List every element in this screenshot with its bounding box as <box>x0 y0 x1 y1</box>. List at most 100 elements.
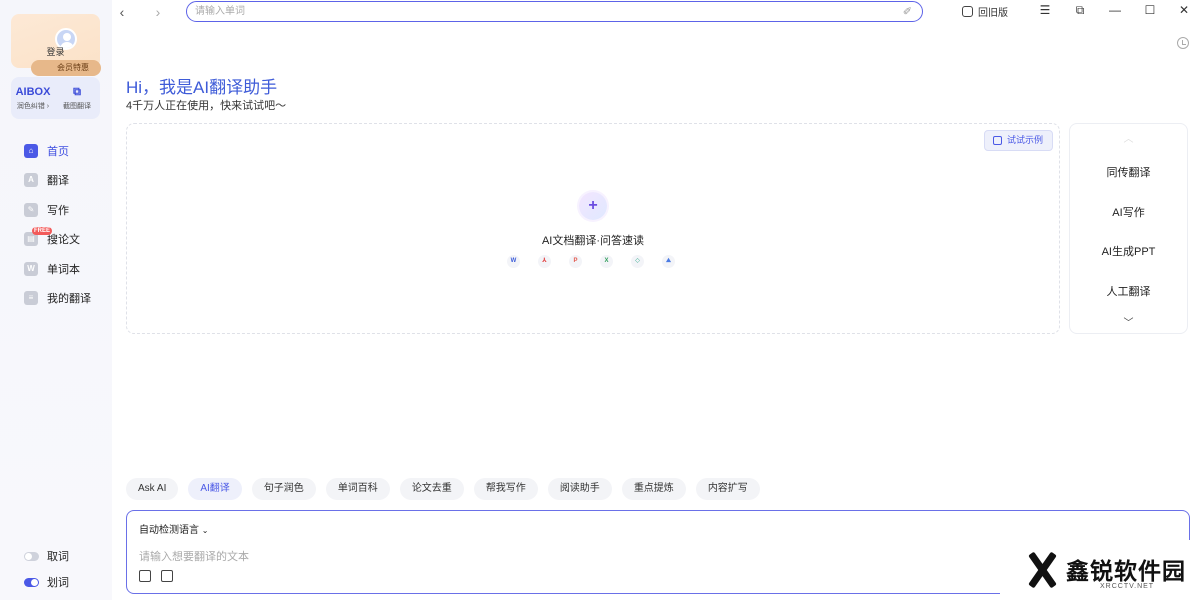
chip-sentence-polish[interactable]: 句子润色 <box>251 478 316 500</box>
file-type-icons: W ⅄ P X ◇ ⛰ <box>507 255 693 268</box>
my-translation-icon: ≡ <box>24 291 38 306</box>
watermark: 鑫锐软件园 XRCCTV.NET <box>1000 540 1200 600</box>
chevron-up-icon: ︿ <box>1123 134 1134 145</box>
sidebar-nav: ⌂ 首页 A 翻译 ✎ 写作 ▤ FREE 搜论文 W 单词本 ≡ 我的翻译 <box>24 136 104 313</box>
translate-icon: A <box>24 173 38 188</box>
other-file-icon: ◇ <box>631 255 644 268</box>
sidebar-item-translate[interactable]: A 翻译 <box>24 166 104 196</box>
screenshot-translate-label: 截图翻译 <box>63 103 91 110</box>
image-upload-icon[interactable] <box>161 570 173 582</box>
vip-offer-button[interactable]: 会员特惠 <box>31 60 101 76</box>
sidebar-item-label: 单词本 <box>47 263 80 276</box>
history-icon[interactable] <box>1177 37 1189 49</box>
close-icon: ✕ <box>1178 3 1190 17</box>
excel-file-icon: X <box>600 255 613 268</box>
sidebar-item-label: 首页 <box>47 145 69 158</box>
restore-window-button[interactable]: ⧉ <box>1072 3 1088 18</box>
tools-card: AIBOX 润色纠错 › ⧉ 截图翻译 <box>11 77 100 119</box>
chip-reading-assistant[interactable]: 阅读助手 <box>547 478 612 500</box>
mode-chips: Ask AI AI翻译 句子润色 单词百科 论文去重 帮我写作 阅读助手 重点提… <box>126 478 770 500</box>
chevron-left-icon: ‹ <box>119 4 125 20</box>
sidebar-item-search-paper[interactable]: ▤ FREE 搜论文 <box>24 225 104 255</box>
language-select-label: 自动检测语言 <box>139 525 199 536</box>
minimize-button[interactable]: — <box>1107 3 1123 17</box>
feature-ai-writing[interactable]: AI写作 <box>1070 204 1187 220</box>
upload-title: AI文档翻译·问答速读 <box>541 235 645 247</box>
selection-translate-toggle[interactable] <box>24 577 39 587</box>
selection-translate-toggle-row[interactable]: 划词 <box>24 574 69 590</box>
login-label[interactable]: 登录 <box>11 45 100 58</box>
restore-window-icon: ⧉ <box>1075 3 1085 17</box>
forward-button[interactable]: › <box>150 4 166 20</box>
close-button[interactable]: ✕ <box>1176 3 1192 17</box>
word-file-icon: W <box>507 255 520 268</box>
sidebar-item-home[interactable]: ⌂ 首页 <box>24 136 104 166</box>
chevron-right-icon: › <box>155 4 161 20</box>
wordbook-icon: W <box>24 261 38 276</box>
sidebar: 登录 会员特惠 AIBOX 润色纠错 › ⧉ 截图翻译 ⌂ 首页 A 翻译 ✎ … <box>0 0 112 600</box>
pen-icon: ✎ <box>24 202 38 217</box>
menu-button[interactable]: ☰ <box>1037 3 1053 17</box>
page-subtitle: 4千万人正在使用，快来试试吧～ <box>126 100 287 112</box>
sidebar-item-writing[interactable]: ✎ 写作 <box>24 195 104 225</box>
image-file-icon: ⛰ <box>662 255 675 268</box>
feature-human-translation[interactable]: 人工翻译 <box>1070 283 1187 299</box>
maximize-icon: ☐ <box>1144 3 1156 17</box>
login-card[interactable]: 登录 会员特惠 <box>11 14 101 76</box>
translate-text-input[interactable]: 请输入想要翻译的文本 <box>139 548 249 564</box>
sidebar-item-label: 翻译 <box>47 175 69 188</box>
crop-icon: ⧉ <box>73 86 81 98</box>
sidebar-item-label: 搜论文 <box>47 234 80 247</box>
chip-ai-translate[interactable]: AI翻译 <box>188 478 242 500</box>
example-icon <box>992 136 1002 145</box>
watermark-sub: XRCCTV.NET <box>1100 583 1155 590</box>
language-select[interactable]: 自动检测语言 ⌄ <box>139 521 208 536</box>
menu-icon: ☰ <box>1039 3 1051 17</box>
feature-panel: ︿ 同传翻译 AI写作 AI生成PPT 人工翻译 ﹀ <box>1069 123 1188 334</box>
chip-help-write[interactable]: 帮我写作 <box>473 478 538 500</box>
watermark-text: 鑫锐软件园 <box>1066 558 1186 584</box>
sidebar-item-my-translation[interactable]: ≡ 我的翻译 <box>24 284 104 314</box>
home-icon: ⌂ <box>24 143 38 158</box>
chip-word-encyclopedia[interactable]: 单词百科 <box>325 478 390 500</box>
old-version-button[interactable]: 回旧版 <box>962 4 1008 19</box>
switch-version-icon <box>962 6 973 17</box>
sidebar-item-label: 写作 <box>47 204 69 217</box>
feature-ai-ppt[interactable]: AI生成PPT <box>1070 243 1187 259</box>
polish-correct-tool[interactable]: AIBOX 润色纠错 › <box>11 85 55 111</box>
scroll-down-button[interactable]: ﹀ <box>1070 314 1187 329</box>
watermark-logo-icon <box>1022 550 1062 590</box>
word-pick-toggle[interactable] <box>24 551 39 561</box>
chip-paper-dedup[interactable]: 论文去重 <box>399 478 464 500</box>
aibox-icon: AIBOX <box>15 86 51 98</box>
back-button[interactable]: ‹ <box>114 4 130 20</box>
pdf-file-icon: ⅄ <box>538 255 551 268</box>
sidebar-item-wordbook[interactable]: W 单词本 <box>24 254 104 284</box>
try-example-button[interactable]: 试试示例 <box>983 130 1053 151</box>
chevron-down-icon: ⌄ <box>201 526 209 535</box>
document-upload-area[interactable]: 试试示例 + AI文档翻译·问答速读 W ⅄ P X ◇ ⛰ <box>126 123 1060 334</box>
upload-file-icon[interactable] <box>139 570 151 582</box>
word-search-box[interactable]: ✐ <box>186 1 923 22</box>
maximize-button[interactable]: ☐ <box>1142 3 1158 17</box>
page-title: Hi，我是AI翻译助手 <box>126 78 278 97</box>
word-pick-toggle-row[interactable]: 取词 <box>24 548 69 564</box>
chip-key-points[interactable]: 重点提炼 <box>621 478 686 500</box>
word-pick-label: 取词 <box>47 551 69 563</box>
chevron-down-icon: ﹀ <box>1123 318 1134 329</box>
chip-ask-ai[interactable]: Ask AI <box>126 478 179 500</box>
handwrite-icon[interactable]: ✐ <box>903 5 912 18</box>
upload-plus-button[interactable]: + <box>579 192 607 220</box>
ppt-file-icon: P <box>569 255 582 268</box>
feature-simultaneous-interpretation[interactable]: 同传翻译 <box>1070 164 1187 180</box>
minimize-icon: — <box>1109 3 1121 17</box>
scroll-up-button[interactable]: ︿ <box>1070 130 1187 145</box>
free-badge: FREE <box>32 226 53 235</box>
plus-icon: + <box>588 197 598 214</box>
sidebar-item-label: 我的翻译 <box>47 293 91 306</box>
chip-content-expand[interactable]: 内容扩写 <box>695 478 760 500</box>
search-input[interactable] <box>195 4 885 19</box>
screenshot-translate-tool[interactable]: ⧉ 截图翻译 <box>55 85 99 111</box>
old-version-label: 回旧版 <box>978 8 1008 19</box>
polish-correct-label: 润色纠错 › <box>16 103 50 110</box>
